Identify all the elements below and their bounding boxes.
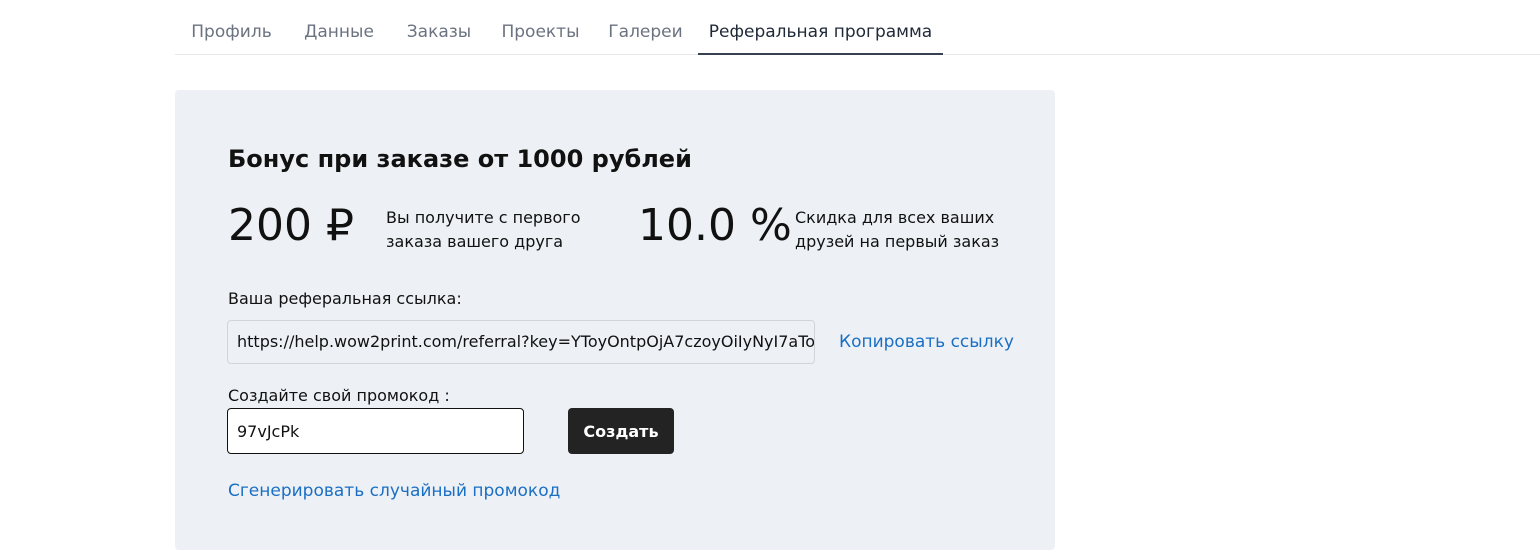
discount-description-line1: Скидка для всех ваших [795,208,995,227]
discount-description: Скидка для всех ваших друзей на первый з… [795,206,999,254]
create-promo-button[interactable]: Создать [568,408,674,454]
discount-description-line2: друзей на первый заказ [795,232,1000,251]
referral-card: Бонус при заказе от 1000 рублей 200 ₽ Вы… [175,90,1055,550]
tab-referral-program[interactable]: Реферальная программа [698,0,943,55]
tab-orders[interactable]: Заказы [390,0,488,54]
promo-code-input[interactable] [227,408,524,454]
promo-code-label: Создайте свой промокод : [228,386,450,405]
bonus-description-line2: заказа вашего друга [386,232,564,251]
bonus-amount: 200 ₽ [228,200,354,251]
generate-random-promo-link[interactable]: Сгенерировать случайный промокод [228,481,560,501]
copy-link-button[interactable]: Копировать ссылку [839,332,1014,352]
tab-projects[interactable]: Проекты [488,0,593,54]
bonus-description-line1: Вы получите с первого [386,208,581,227]
tab-galleries[interactable]: Галереи [593,0,698,54]
referral-link-label: Ваша реферальная ссылка: [228,289,462,308]
tab-profile[interactable]: Профиль [175,0,288,54]
profile-tabs: Профиль Данные Заказы Проекты Галереи Ре… [175,0,1540,55]
referral-link-field[interactable]: https://help.wow2print.com/referral?key=… [227,320,815,364]
bonus-description: Вы получите с первого заказа вашего друг… [386,206,581,254]
referral-title: Бонус при заказе от 1000 рублей [228,145,692,173]
discount-amount: 10.0 % [638,200,792,251]
tab-data[interactable]: Данные [288,0,390,54]
